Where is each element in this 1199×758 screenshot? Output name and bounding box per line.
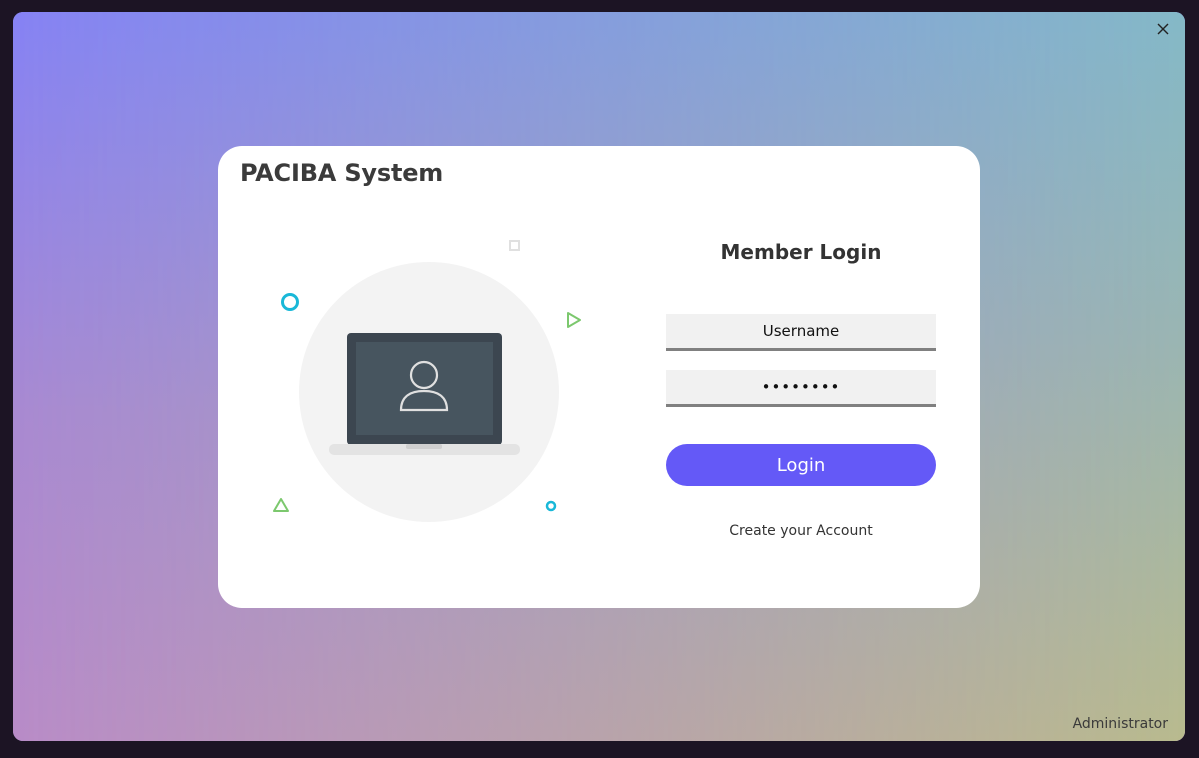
triangle-shape bbox=[273, 498, 289, 512]
login-button[interactable]: Login bbox=[666, 444, 936, 486]
square-shape bbox=[509, 240, 520, 251]
app-title: PACIBA System bbox=[240, 159, 444, 187]
app-window: PACIBA System Member Login Username ••••… bbox=[13, 12, 1185, 741]
password-input[interactable] bbox=[666, 370, 936, 407]
laptop-icon bbox=[329, 333, 520, 455]
member-login-heading: Member Login bbox=[720, 240, 882, 264]
user-role-label: Administrator bbox=[1072, 716, 1168, 732]
circle-shape bbox=[545, 500, 557, 512]
create-account-link[interactable]: Create your Account bbox=[666, 523, 936, 539]
close-button[interactable] bbox=[1155, 21, 1171, 37]
play-triangle-shape bbox=[567, 312, 581, 328]
username-input[interactable] bbox=[666, 314, 936, 351]
close-icon bbox=[1157, 23, 1169, 35]
circle-shape bbox=[281, 293, 299, 311]
login-illustration bbox=[264, 234, 594, 534]
login-card: PACIBA System Member Login Username ••••… bbox=[218, 146, 980, 608]
